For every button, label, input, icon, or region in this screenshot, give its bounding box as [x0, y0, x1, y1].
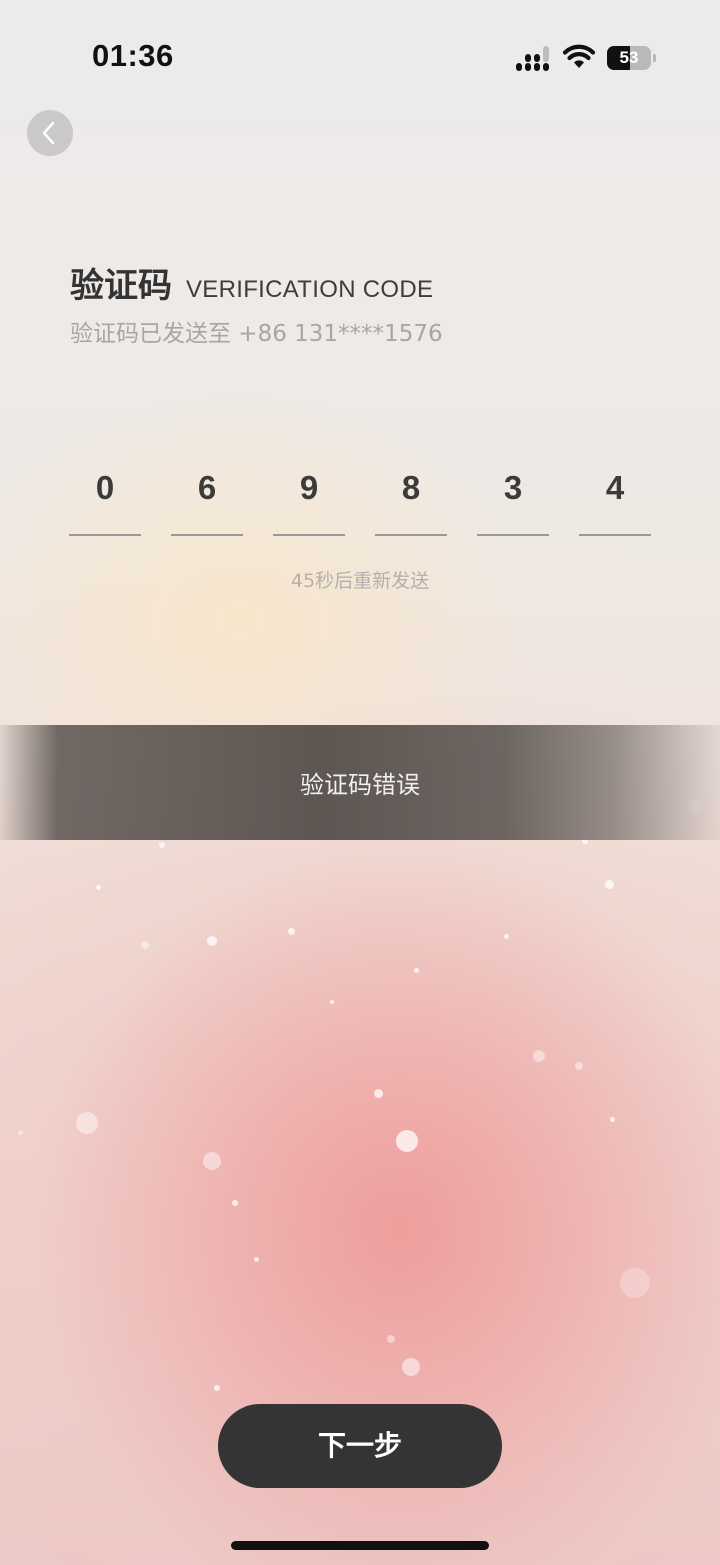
battery-level: 53: [619, 48, 639, 67]
code-digit: 4: [605, 469, 625, 506]
code-digit-box-1[interactable]: 0: [69, 458, 141, 536]
resend-countdown: 45秒后重新发送: [290, 570, 430, 592]
chevron-left-icon: [42, 121, 55, 145]
status-time: 01:36: [92, 38, 174, 73]
battery-icon: 53: [607, 46, 657, 70]
back-button[interactable]: [27, 110, 73, 156]
code-digit-box-6[interactable]: 4: [579, 458, 651, 536]
page-title: 验证码: [70, 266, 172, 306]
verification-code-input[interactable]: 0 6 9 8 3 4: [69, 458, 651, 536]
code-digit: 9: [299, 469, 319, 506]
sent-to-phone-text: 验证码已发送至 +86 131****1576: [70, 321, 443, 347]
code-digit: 3: [503, 469, 523, 506]
home-indicator: [231, 1541, 489, 1550]
code-digit: 8: [401, 469, 421, 506]
error-toast-message: 验证码错误: [300, 771, 420, 799]
page-heading: 验证码 VERIFICATION CODE: [70, 258, 433, 307]
code-digit-box-2[interactable]: 6: [171, 458, 243, 536]
page-title-english: VERIFICATION CODE: [186, 276, 434, 303]
code-digit-box-3[interactable]: 9: [273, 458, 345, 536]
code-digit-box-5[interactable]: 3: [477, 458, 549, 536]
code-digit-box-4[interactable]: 8: [375, 458, 447, 536]
next-step-button[interactable]: 下一步: [218, 1404, 502, 1488]
error-toast: 验证码错误: [0, 725, 720, 840]
code-digit: 0: [95, 469, 115, 506]
wifi-icon: [562, 44, 596, 68]
cellular-signal-icon: [516, 46, 549, 71]
status-bar: 01:36 53: [0, 0, 720, 110]
code-digit: 6: [197, 469, 217, 506]
